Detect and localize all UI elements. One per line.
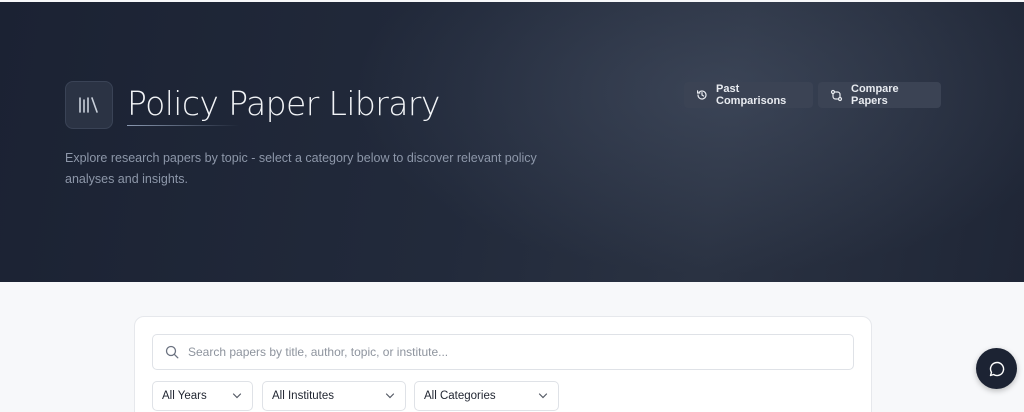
categories-filter-select[interactable]: All Categories (414, 381, 559, 411)
page-subtitle: Explore research papers by topic - selec… (65, 151, 537, 186)
chevron-down-icon (538, 393, 548, 399)
page-title: Policy Paper Library (127, 84, 440, 123)
compare-papers-label: Compare Papers (851, 83, 899, 107)
chat-button[interactable] (976, 348, 1017, 389)
search-icon (165, 345, 179, 359)
chevron-down-icon (385, 393, 395, 399)
history-icon (697, 90, 707, 100)
title-underline (127, 125, 239, 126)
chevron-down-icon (232, 393, 242, 399)
categories-filter-value: All Categories (424, 390, 496, 402)
search-input[interactable] (188, 345, 828, 359)
past-comparisons-label: Past Comparisons (716, 83, 787, 107)
hero-header (0, 2, 1024, 282)
library-logo (65, 81, 113, 129)
compare-arrows-icon (830, 89, 843, 101)
years-filter-value: All Years (162, 390, 207, 402)
institutes-filter-select[interactable]: All Institutes (262, 381, 406, 411)
past-comparisons-button[interactable]: Past Comparisons (684, 82, 813, 108)
search-box[interactable] (152, 334, 854, 370)
compare-papers-button[interactable]: Compare Papers (818, 82, 941, 108)
library-icon (79, 97, 98, 113)
chat-icon (989, 361, 1004, 376)
institutes-filter-value: All Institutes (272, 390, 334, 402)
years-filter-select[interactable]: All Years (152, 381, 253, 411)
